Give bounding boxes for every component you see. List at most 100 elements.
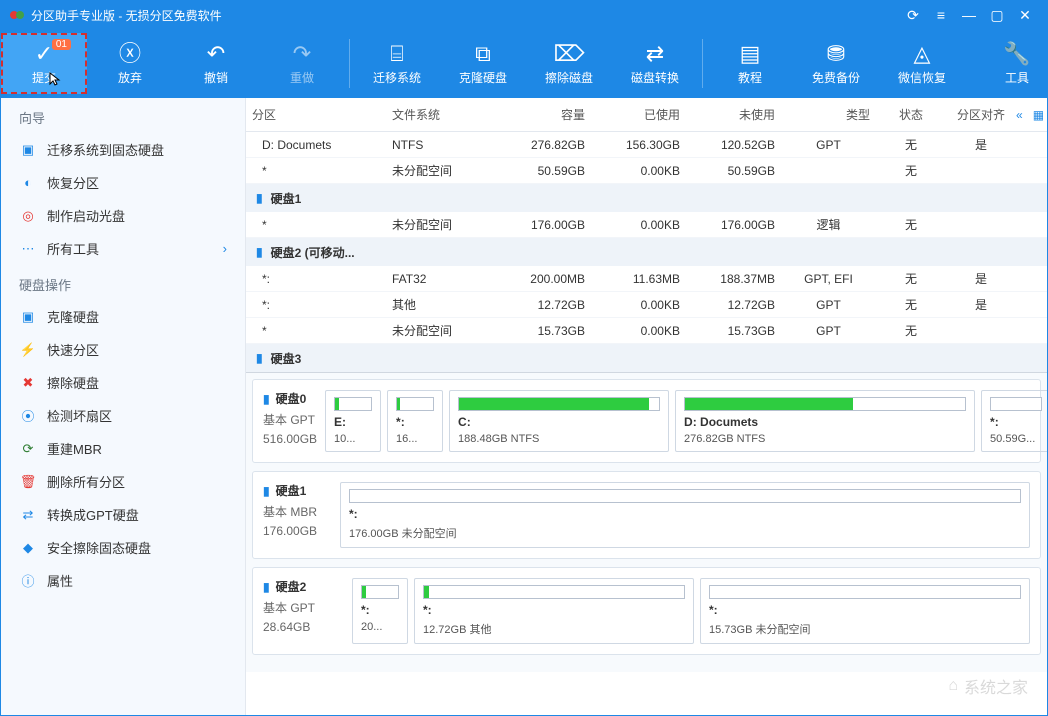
table-row[interactable]: *未分配空间50.59GB0.00KB50.59GB无	[246, 158, 1047, 184]
disk-icon: ▮	[256, 245, 263, 259]
sidebar-item-label: 转换成GPT硬盘	[47, 505, 139, 524]
sidebar-item-label: 擦除硬盘	[47, 373, 99, 392]
partition-block[interactable]: *: 15.73GB 未分配空间	[700, 578, 1030, 644]
sidebar-item[interactable]: ⦿检测坏扇区	[1, 399, 245, 432]
tools-button[interactable]: 🔧工具	[987, 33, 1047, 94]
wrench-icon: 🔧	[1003, 41, 1030, 67]
col-filesystem[interactable]: 文件系统	[386, 106, 496, 123]
disk-card: ▮硬盘2基本 GPT28.64GB*:20...*:12.72GB 其他*:15…	[252, 567, 1041, 655]
sidebar-item[interactable]: ⋯所有工具›	[1, 232, 245, 265]
undo-icon: ↶	[207, 41, 225, 67]
disk-size: 28.64GB	[263, 620, 344, 634]
sidebar-item[interactable]: ⇄转换成GPT硬盘	[1, 498, 245, 531]
grid-icon[interactable]: ▦	[1033, 108, 1044, 122]
usage-bar	[458, 397, 660, 411]
col-free[interactable]: 未使用	[686, 106, 781, 123]
sidebar-item[interactable]: ◎ 制作启动光盘	[1, 199, 245, 232]
partition-size: 16...	[396, 433, 434, 445]
col-status[interactable]: 状态	[876, 106, 946, 123]
close-icon[interactable]: ✕	[1011, 7, 1039, 24]
col-capacity[interactable]: 容量	[496, 106, 591, 123]
sidebar-item-label: 恢复分区	[47, 173, 99, 192]
maximize-icon[interactable]: ▢	[983, 7, 1011, 24]
sidebar-item[interactable]: ◐ 恢复分区	[1, 166, 245, 199]
partition-block[interactable]: D: Documets276.82GB NTFS	[675, 390, 975, 452]
partition-size: 176.00GB 未分配空间	[349, 525, 1021, 541]
table-row[interactable]: *未分配空间15.73GB0.00KB15.73GBGPT无	[246, 318, 1047, 344]
sidebar-item[interactable]: ✖ 擦除硬盘	[1, 366, 245, 399]
migrate-button[interactable]: ⌸迁移系统	[354, 33, 440, 94]
sidebar-item-label: 属性	[47, 571, 73, 590]
partition-size: 50.59G...	[990, 433, 1042, 445]
sidebar-item-icon: ✖	[19, 375, 37, 391]
commit-button[interactable]: 01 ✓ 提交	[1, 33, 87, 94]
partition-name: E:	[334, 415, 372, 429]
titlebar: 分区助手专业版 - 无损分区免费软件 ⟳ ≡ — ▢ ✕	[1, 1, 1047, 29]
disk-header[interactable]: ▮硬盘2 (可移动...	[246, 238, 1047, 266]
refresh-icon[interactable]: ⟳	[899, 7, 927, 24]
backup-button[interactable]: ⛃免费备份	[793, 33, 879, 94]
partition-size: 15.73GB 未分配空间	[709, 621, 1021, 637]
disk-visual-panel: ▮硬盘0基本 GPT516.00GBE:10...*:16...C:188.48…	[246, 372, 1047, 672]
sidebar-item[interactable]: ◆安全擦除固态硬盘	[1, 531, 245, 564]
sidebar-item-icon: ◆	[19, 540, 37, 556]
disk-icon: ▮	[256, 191, 263, 205]
partition-block[interactable]: *:50.59G...	[981, 390, 1047, 452]
sidebar-item[interactable]: ▣克隆硬盘	[1, 300, 245, 333]
usage-bar	[396, 397, 434, 411]
undo-button[interactable]: ↶撤销	[173, 33, 259, 94]
partition-name: *:	[423, 603, 685, 617]
erase-button[interactable]: ⌦擦除磁盘	[526, 33, 612, 94]
col-align[interactable]: 分区对齐	[946, 106, 1016, 123]
partition-block[interactable]: E:10...	[325, 390, 381, 452]
collapse-icon[interactable]: «	[1016, 108, 1023, 122]
clone-button[interactable]: ⧉克隆硬盘	[440, 33, 526, 94]
sidebar-item[interactable]: ⚡快速分区	[1, 333, 245, 366]
disk-icon: ▮	[256, 351, 263, 365]
usage-bar	[709, 585, 1021, 599]
partition-block[interactable]: *:176.00GB 未分配空间	[340, 482, 1030, 548]
window-title: 分区助手专业版 - 无损分区免费软件	[31, 7, 899, 24]
partition-name: *:	[361, 603, 399, 617]
sidebar-item-icon: ◎	[19, 208, 37, 224]
convert-button[interactable]: ⇄磁盘转换	[612, 33, 698, 94]
sidebar-item-icon: ⟳	[19, 441, 37, 457]
col-type[interactable]: 类型	[781, 106, 876, 123]
sidebar-item-icon: 🗑	[19, 474, 37, 490]
col-partition[interactable]: 分区	[246, 106, 386, 123]
sidebar-item[interactable]: 🗑删除所有分区	[1, 465, 245, 498]
sidebar-item-label: 制作启动光盘	[47, 206, 125, 225]
disk-header[interactable]: ▮硬盘1	[246, 184, 1047, 212]
partition-block[interactable]: C:188.48GB NTFS	[449, 390, 669, 452]
sidebar-item[interactable]: ⓘ 属性	[1, 564, 245, 597]
table-row[interactable]: D: DocumetsNTFS276.82GB156.30GB120.52GBG…	[246, 132, 1047, 158]
disk-header[interactable]: ▮硬盘3	[246, 344, 1047, 372]
partition-block[interactable]: *: 20...	[352, 578, 408, 644]
tutorial-button[interactable]: ▤教程	[707, 33, 793, 94]
partition-size: 20...	[361, 621, 399, 633]
minimize-icon[interactable]: —	[955, 7, 983, 23]
sidebar-item-icon: ⓘ	[19, 571, 37, 590]
menu-icon[interactable]: ≡	[927, 7, 955, 23]
disk-info: 基本 GPT	[263, 599, 344, 616]
disk-name: 硬盘1	[276, 482, 307, 499]
col-used[interactable]: 已使用	[591, 106, 686, 123]
partition-name: *:	[709, 603, 1021, 617]
sidebar-item[interactable]: ⟳重建MBR	[1, 432, 245, 465]
partition-block[interactable]: *: 12.72GB 其他	[414, 578, 694, 644]
table-row[interactable]: *:FAT32200.00MB11.63MB188.37MBGPT, EFI无是	[246, 266, 1047, 292]
sidebar-item[interactable]: ▣迁移系统到固态硬盘	[1, 133, 245, 166]
partition-name: *:	[396, 415, 434, 429]
sidebar-item-icon: ◐	[19, 175, 37, 190]
table-header: 分区 文件系统 容量 已使用 未使用 类型 状态 分区对齐 « ▦ ⋯	[246, 98, 1047, 132]
usage-bar	[423, 585, 685, 599]
disk-size: 176.00GB	[263, 524, 332, 538]
discard-button[interactable]: ⓧ放弃	[87, 33, 173, 94]
table-row[interactable]: *:其他12.72GB0.00KB12.72GBGPT无是	[246, 292, 1047, 318]
wechat-button[interactable]: ◬微信恢复	[879, 33, 965, 94]
partition-size: 12.72GB 其他	[423, 621, 685, 637]
partition-block[interactable]: *: 16...	[387, 390, 443, 452]
table-row[interactable]: *未分配空间176.00GB0.00KB176.00GB逻辑无	[246, 212, 1047, 238]
redo-button[interactable]: ↷重做	[259, 33, 345, 94]
partition-name: C:	[458, 415, 660, 429]
